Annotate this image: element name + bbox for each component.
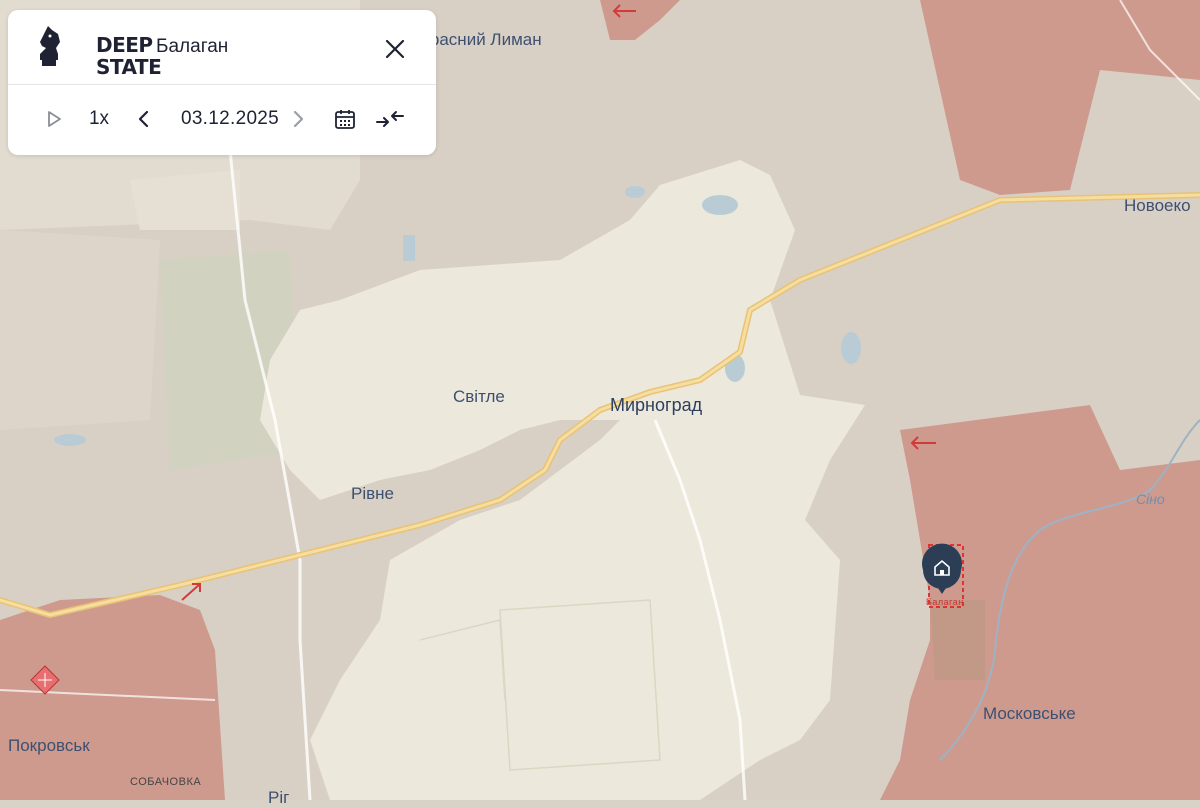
compare-button[interactable]: [374, 103, 406, 135]
area-grey: [0, 230, 160, 430]
current-date[interactable]: 03.12.2025: [172, 103, 288, 135]
water: [625, 186, 645, 198]
logo-text: DEEP STATE: [96, 33, 162, 79]
water: [841, 332, 861, 364]
timeline-controls: 1x 03.12.2025: [8, 85, 436, 155]
close-button[interactable]: [380, 34, 410, 64]
place-label: Новоеко: [1124, 196, 1191, 215]
next-date-button[interactable]: [286, 103, 310, 135]
place-label: Покровськ: [8, 736, 90, 755]
calendar-icon: [335, 110, 355, 129]
water: [702, 195, 738, 215]
area-patch: [930, 600, 985, 680]
place-label: Московське: [983, 704, 1076, 723]
area-field: [130, 170, 240, 230]
control-panel: DEEP STATE Балаган 1x 03.12.2025: [8, 10, 436, 155]
place-label: Рівне: [351, 484, 394, 503]
area-occupied: [0, 595, 225, 800]
panel-header: DEEP STATE Балаган: [8, 10, 436, 85]
collapse-arrows-icon: [376, 111, 404, 127]
prev-date-button[interactable]: [132, 103, 156, 135]
place-label: Мирноград: [610, 395, 703, 415]
water: [54, 434, 86, 446]
knight-icon: [40, 26, 60, 66]
place-label: Світле: [453, 387, 505, 406]
close-icon: [385, 39, 405, 59]
place-title: Балаган: [156, 36, 229, 57]
place-label: Ріг: [268, 788, 290, 807]
deepstate-logo[interactable]: DEEP STATE: [36, 24, 162, 78]
place-label: СОБАЧОВКА: [130, 776, 202, 788]
speed-button[interactable]: 1x: [84, 103, 114, 135]
logo-line1: DEEP: [96, 33, 153, 57]
water: [403, 235, 415, 261]
play-button[interactable]: [42, 103, 66, 135]
river-label: Сіно: [1136, 491, 1165, 507]
marker-label: Балаган: [926, 597, 964, 607]
chevron-right-icon: [293, 110, 304, 128]
place-label: Красний Лиман: [420, 30, 542, 49]
play-icon: [48, 111, 61, 127]
logo-line2: STATE: [96, 55, 162, 79]
chevron-left-icon: [138, 110, 149, 128]
calendar-button[interactable]: [330, 103, 360, 135]
